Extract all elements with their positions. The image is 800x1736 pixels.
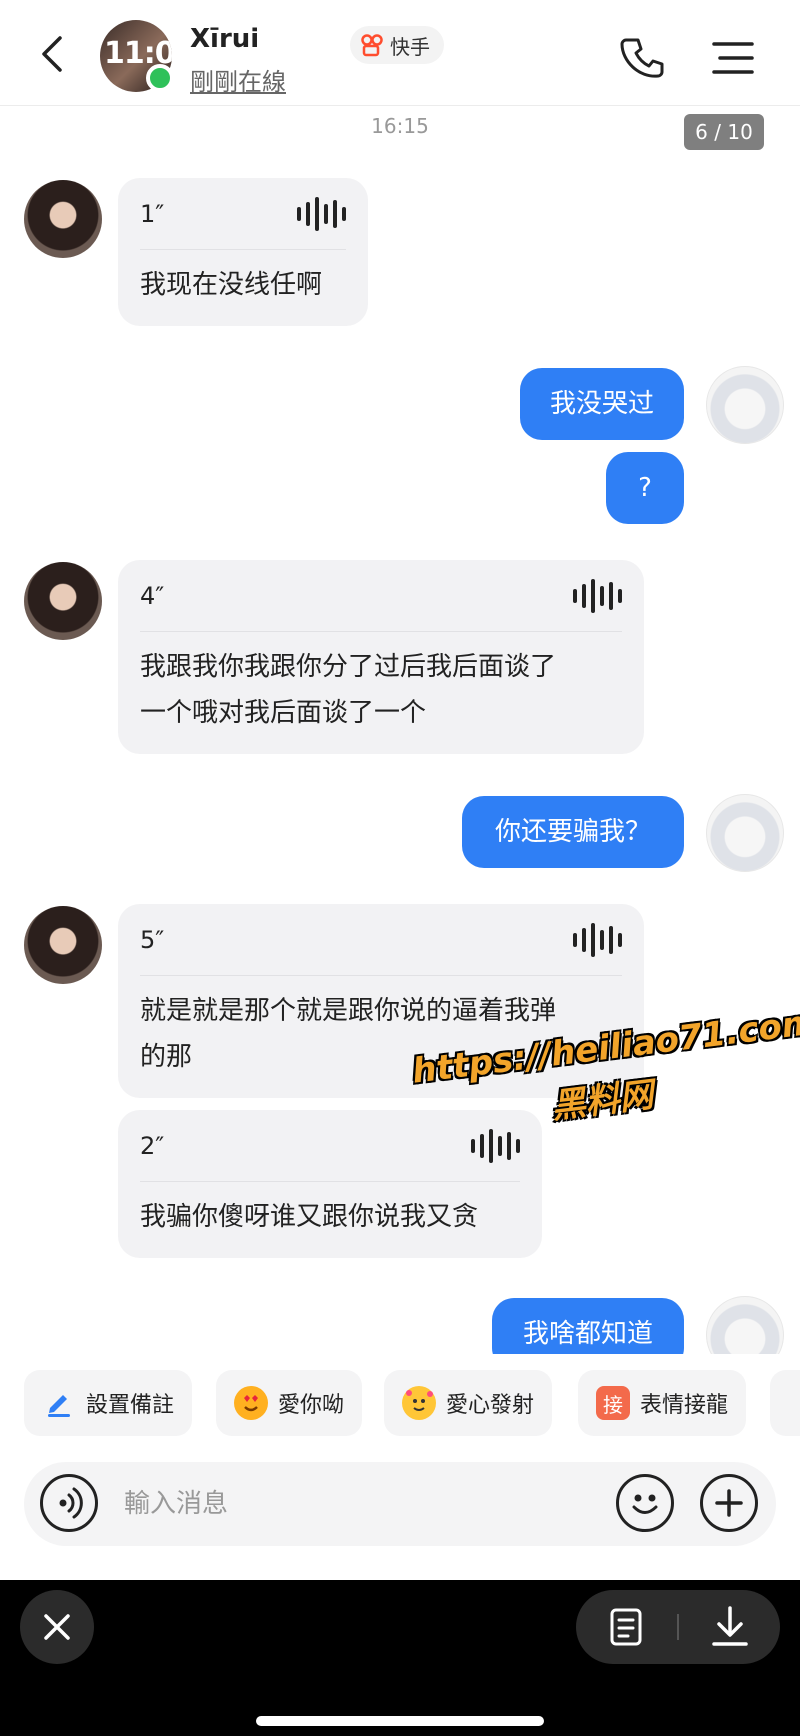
chat-menu-button[interactable] xyxy=(708,38,756,78)
voice-duration: 4″ xyxy=(140,581,165,610)
viewer-actions-group xyxy=(576,1590,780,1664)
smiley-icon xyxy=(632,1494,658,1514)
voice-duration: 2″ xyxy=(140,1131,165,1160)
my-avatar[interactable] xyxy=(706,1296,784,1354)
transcript-line: 一个哦对我后面谈了一个 xyxy=(140,698,427,728)
contact-name[interactable]: Xīrui xyxy=(190,24,259,54)
quick-reply-set-remark[interactable]: 設置備註 xyxy=(24,1370,193,1436)
app-label: 快手 xyxy=(390,34,430,59)
message-input[interactable] xyxy=(124,1476,544,1532)
voice-wave-icon xyxy=(59,1487,83,1519)
online-indicator xyxy=(146,64,174,92)
download-button[interactable] xyxy=(706,1604,754,1650)
voice-transcript: 就是就是那个就是跟你说的逼着我弹 的那 xyxy=(140,976,622,1098)
quick-reply-sticker-relay[interactable]: 接 表情接龍 xyxy=(578,1370,747,1436)
chat-timestamp: 16:15 xyxy=(371,114,429,138)
back-button[interactable] xyxy=(34,34,74,74)
voice-transcript: 我现在没线任啊 xyxy=(140,270,323,300)
page-indicator: 6 / 10 xyxy=(684,114,764,150)
chat-message-list[interactable]: 16:15 6 / 10 1″ 我现在没线任啊 我没哭过 ? 4″ 我跟我你我跟… xyxy=(0,106,800,1354)
emoji-button[interactable] xyxy=(616,1474,674,1532)
voice-call-button[interactable] xyxy=(618,34,666,82)
sound-wave-icon xyxy=(297,196,346,231)
voice-transcript: 我骗你傻呀谁又跟你说我又贪 xyxy=(140,1202,479,1232)
document-icon xyxy=(610,1608,642,1646)
phone-icon xyxy=(620,38,664,78)
sent-message-bubble[interactable]: 你还要骗我？ xyxy=(462,796,684,868)
voice-message-bubble[interactable]: 1″ 我现在没线任啊 xyxy=(118,178,368,326)
plus-icon xyxy=(715,1489,743,1517)
chip-label: 設置備註 xyxy=(86,1393,175,1418)
transcript-line: 就是就是那个就是跟你说的逼着我弹 xyxy=(140,996,557,1026)
sender-avatar[interactable] xyxy=(24,562,102,640)
quick-reply-bar: 設置備註 愛你呦 愛心發射 接 表情接龍 xyxy=(0,1368,800,1438)
quick-reply-more[interactable] xyxy=(770,1370,800,1436)
voice-message-header: 5″ xyxy=(140,904,622,976)
download-icon xyxy=(712,1606,748,1646)
chevron-left-icon xyxy=(42,36,62,72)
sent-message-bubble[interactable]: 我啥都知道 xyxy=(492,1298,684,1354)
contact-status: 剛剛在線 xyxy=(190,68,286,96)
image-viewer-toolbar xyxy=(0,1580,800,1736)
voice-message-bubble[interactable]: 2″ 我骗你傻呀谁又跟你说我又贪 xyxy=(118,1110,542,1258)
sound-wave-icon xyxy=(573,922,622,957)
app-badge[interactable]: 快手 xyxy=(350,26,444,64)
sound-wave-icon xyxy=(471,1128,520,1163)
message-input-bar xyxy=(24,1462,776,1546)
sound-wave-icon xyxy=(573,578,622,613)
relay-icon: 接 xyxy=(596,1386,630,1420)
more-options-button[interactable] xyxy=(700,1474,758,1532)
my-avatar[interactable] xyxy=(706,366,784,444)
sent-message-bubble[interactable]: ? xyxy=(606,452,684,524)
my-avatar[interactable] xyxy=(706,794,784,872)
menu-icon xyxy=(712,42,754,74)
voice-message-header: 2″ xyxy=(140,1110,520,1182)
toolbar-divider xyxy=(677,1614,679,1640)
close-icon xyxy=(44,1614,70,1640)
kuaishou-logo-icon xyxy=(361,34,383,57)
quick-reply-love-burst[interactable]: 愛心發射 xyxy=(384,1370,553,1436)
chat-header: 11:0 Xīrui 剛剛在線 快手 xyxy=(0,0,800,106)
transcript-line: 我跟我你我跟你分了过后我后面谈了 xyxy=(140,652,557,682)
transcript-line: 的那 xyxy=(140,1042,193,1072)
love-burst-emoji-icon xyxy=(402,1386,436,1420)
voice-message-bubble[interactable]: 5″ 就是就是那个就是跟你说的逼着我弹 的那 xyxy=(118,904,644,1098)
heart-eyes-emoji-icon xyxy=(234,1386,268,1420)
pencil-icon xyxy=(42,1386,76,1420)
voice-message-bubble[interactable]: 4″ 我跟我你我跟你分了过后我后面谈了 一个哦对我后面谈了一个 xyxy=(118,560,644,754)
voice-transcript: 我跟我你我跟你分了过后我后面谈了 一个哦对我后面谈了一个 xyxy=(140,632,622,754)
sender-avatar[interactable] xyxy=(24,906,102,984)
voice-input-toggle[interactable] xyxy=(40,1474,98,1532)
chip-label: 愛心發射 xyxy=(446,1393,535,1418)
voice-message-header: 4″ xyxy=(140,560,622,632)
voice-message-header: 1″ xyxy=(140,178,346,250)
sender-avatar[interactable] xyxy=(24,180,102,258)
chip-label: 表情接龍 xyxy=(640,1393,729,1418)
close-viewer-button[interactable] xyxy=(20,1590,94,1664)
voice-duration: 1″ xyxy=(140,199,165,228)
home-indicator[interactable] xyxy=(256,1716,544,1726)
chip-label: 愛你呦 xyxy=(278,1393,345,1418)
quick-reply-love-you[interactable]: 愛你呦 xyxy=(216,1370,363,1436)
voice-duration: 5″ xyxy=(140,925,165,954)
notes-button[interactable] xyxy=(602,1606,650,1648)
sent-message-bubble[interactable]: 我没哭过 xyxy=(520,368,684,440)
